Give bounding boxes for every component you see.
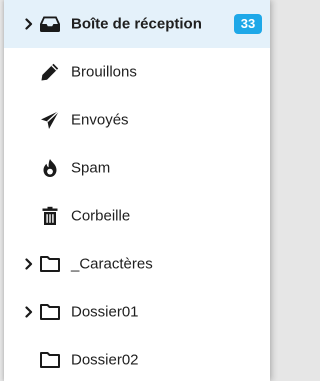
folder-list: Boîte de réception 33 Brouillons Envoyés — [4, 0, 270, 381]
unread-count-badge: 33 — [234, 14, 262, 34]
inbox-tray-icon — [38, 12, 62, 36]
chevron-right-icon[interactable] — [24, 258, 34, 270]
folder-label: _Caractères — [71, 255, 153, 273]
chevron-right-icon[interactable] — [24, 306, 34, 318]
folder-item-trash[interactable]: Corbeille — [4, 192, 270, 240]
folder-item-dossier02[interactable]: Dossier02 — [4, 336, 270, 381]
folder-outline-icon — [38, 300, 62, 324]
folder-outline-icon — [38, 348, 62, 372]
folder-item-inbox[interactable]: Boîte de réception 33 — [4, 0, 270, 48]
folder-label: Envoyés — [71, 111, 129, 129]
folder-item-sent[interactable]: Envoyés — [4, 96, 270, 144]
folder-item-caracteres[interactable]: _Caractères — [4, 240, 270, 288]
folder-item-dossier01[interactable]: Dossier01 — [4, 288, 270, 336]
pencil-icon — [38, 60, 62, 84]
trash-icon — [38, 204, 62, 228]
folder-label: Dossier01 — [71, 303, 139, 321]
folder-item-drafts[interactable]: Brouillons — [4, 48, 270, 96]
folder-label: Dossier02 — [71, 351, 139, 369]
paper-plane-icon — [38, 108, 62, 132]
folder-sidebar: Boîte de réception 33 Brouillons Envoyés — [4, 0, 270, 381]
folder-label: Brouillons — [71, 63, 137, 81]
folder-label: Spam — [71, 159, 111, 177]
folder-outline-icon — [38, 252, 62, 276]
chevron-right-icon[interactable] — [24, 18, 34, 30]
fire-icon — [38, 156, 62, 180]
folder-label: Boîte de réception — [71, 15, 202, 33]
folder-label: Corbeille — [71, 207, 131, 225]
folder-item-spam[interactable]: Spam — [4, 144, 270, 192]
